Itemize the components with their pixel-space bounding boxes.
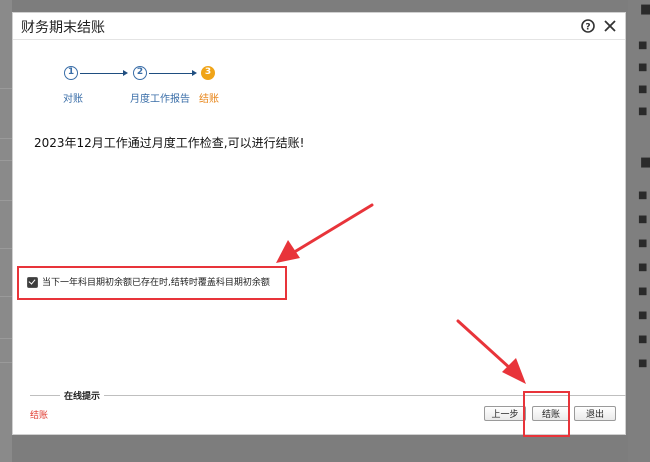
step-arrow-2 [192, 70, 197, 76]
annotation-box-close-button [523, 391, 570, 437]
step-connector-2 [149, 73, 193, 74]
check-result-message: 2023年12月工作通过月度工作检查,可以进行结账! [34, 136, 305, 150]
period-end-closing-dialog: 财务期末结账 ? 1 2 3 对账 月度工作报告 结账 2023年12月工作通过… [12, 12, 626, 435]
previous-step-button[interactable]: 上一步 [484, 406, 526, 421]
step-1-label: 对账 [63, 94, 83, 105]
step-arrow-1 [123, 70, 128, 76]
step-1-circle: 1 [64, 66, 78, 80]
step-connector-1 [80, 73, 124, 74]
online-tip-text: 结账 [30, 411, 49, 421]
online-tip-title: 在线提示 [60, 389, 105, 402]
background-left-panel [0, 0, 12, 462]
closing-stepper: 1 2 3 对账 月度工作报告 结账 [13, 13, 625, 123]
background-right-panel: ■ ■ ■ ■ ■ ■ ■ ■ ■ ■ ■ ■ ■ ■ [628, 0, 650, 462]
step-3-circle: 3 [201, 66, 215, 80]
step-3-label: 结账 [199, 94, 219, 105]
step-2-circle: 2 [133, 66, 147, 80]
exit-button[interactable]: 退出 [574, 406, 616, 421]
annotation-box-checkbox [17, 266, 287, 300]
step-2-label: 月度工作报告 [130, 94, 190, 105]
